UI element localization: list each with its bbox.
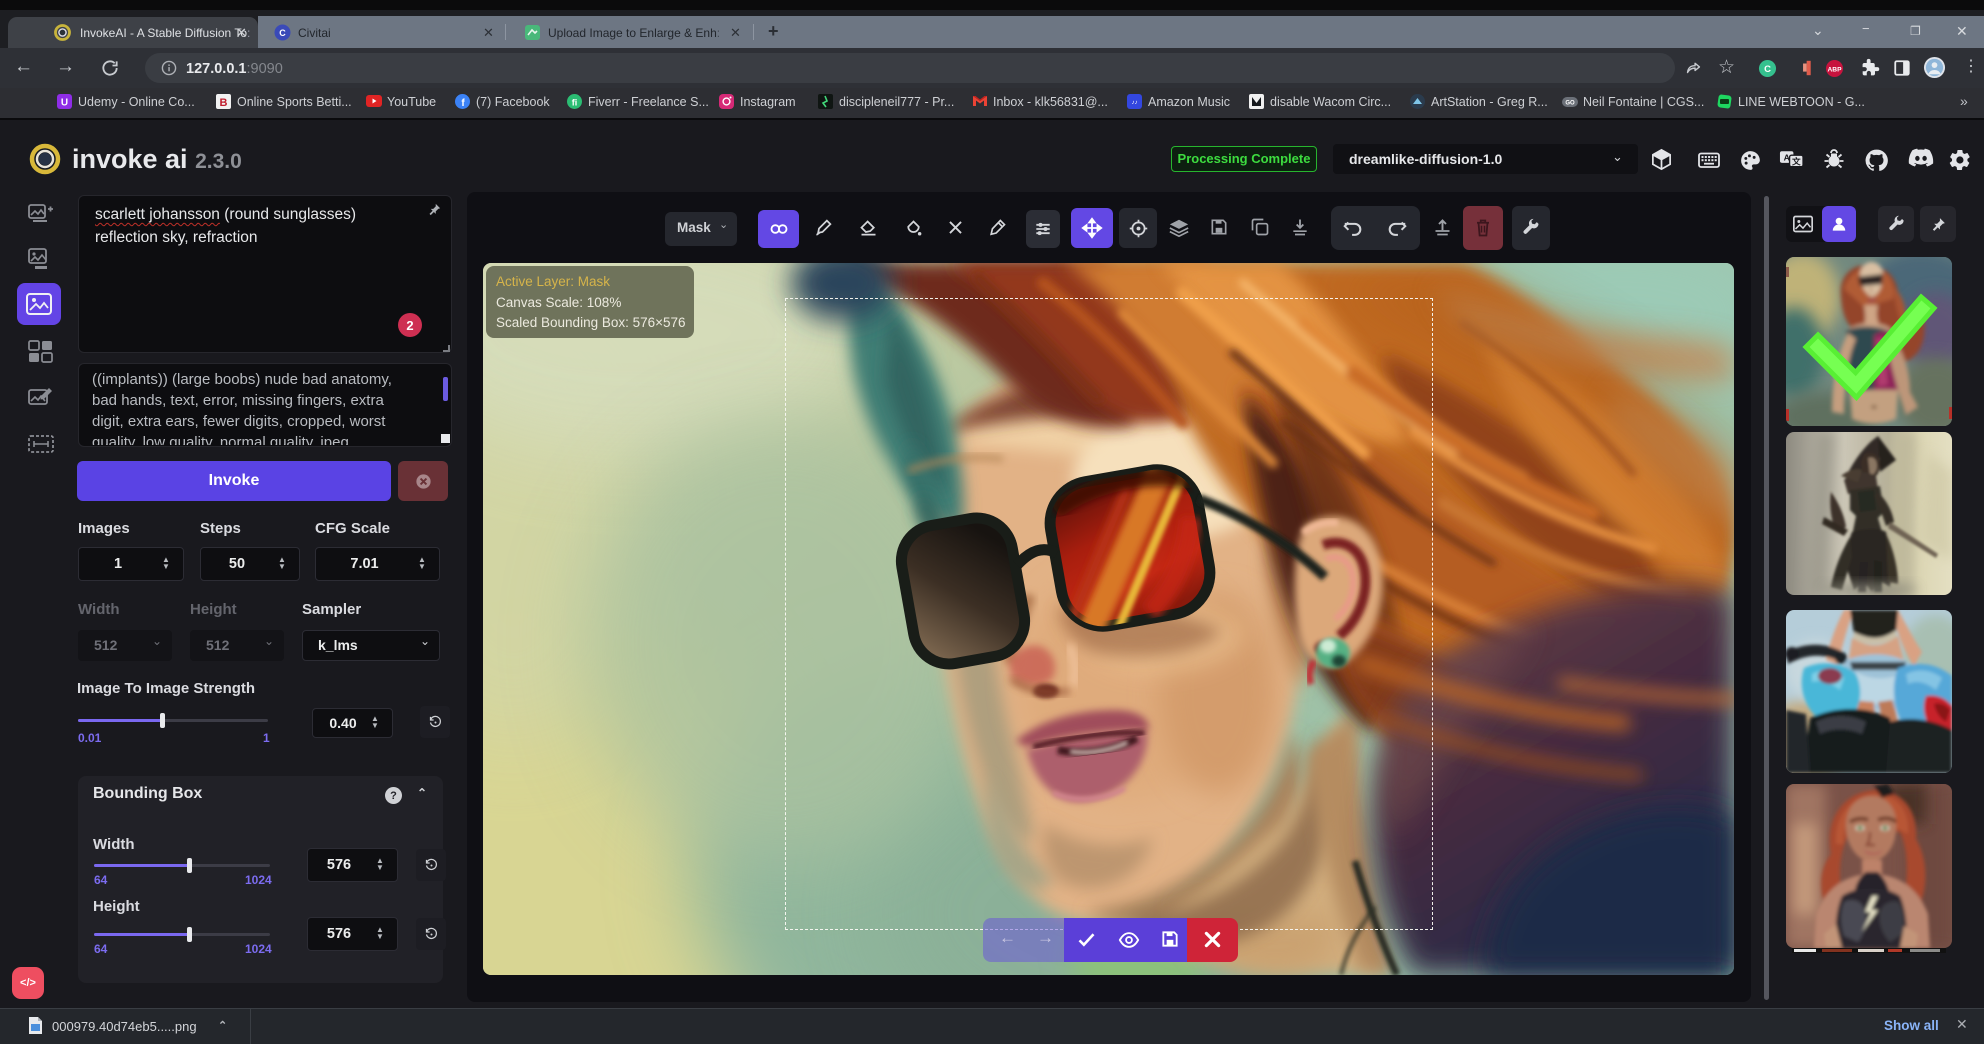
- svg-text:♪♪: ♪♪: [1132, 100, 1138, 106]
- svg-text:C: C: [279, 28, 286, 38]
- svg-text:C: C: [1764, 64, 1771, 75]
- svg-text:ABP: ABP: [1827, 66, 1842, 73]
- svg-text:B: B: [220, 97, 228, 109]
- svg-text:fi: fi: [572, 98, 578, 108]
- svg-text:文: 文: [1791, 155, 1801, 166]
- svg-text:GO: GO: [1565, 101, 1575, 107]
- svg-text:U: U: [61, 98, 68, 109]
